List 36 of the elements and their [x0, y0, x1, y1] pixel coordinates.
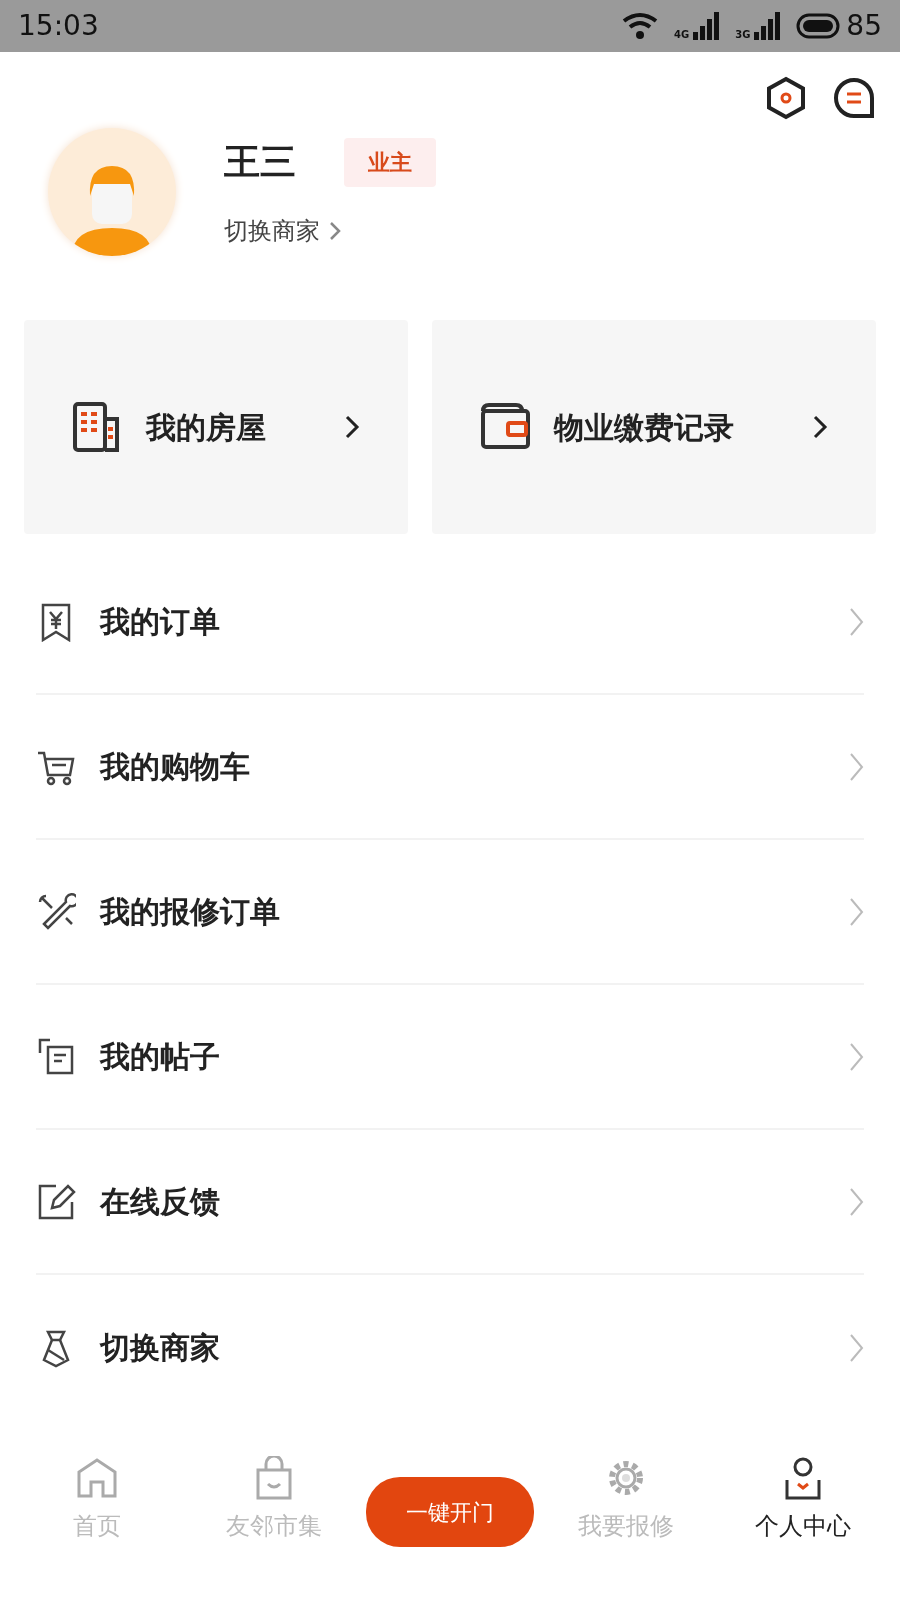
payment-record-card[interactable]: 物业缴费记录	[432, 320, 876, 534]
building-icon	[72, 401, 122, 453]
signal-icon	[693, 12, 720, 40]
status-time: 15:03	[18, 8, 99, 44]
document-icon	[36, 1036, 76, 1077]
message-icon[interactable]	[832, 76, 876, 120]
menu-item[interactable]: 在线反馈	[36, 1130, 864, 1275]
chevron-icon	[344, 414, 360, 440]
nav-tab[interactable]: 个人中心	[718, 1455, 889, 1545]
open-door-button[interactable]: 一键开门	[365, 1477, 534, 1547]
network-type: 4G	[674, 30, 690, 40]
tools-icon	[36, 891, 76, 932]
menu-label: 我的购物车	[100, 748, 250, 786]
user-name: 王三	[224, 140, 296, 184]
menu-item[interactable]: 切换商家	[36, 1275, 864, 1420]
menu-label: 我的帖子	[100, 1038, 220, 1076]
network-type: 3G	[735, 30, 751, 40]
menu-label: 切换商家	[100, 1329, 220, 1367]
card-label: 我的房屋	[146, 408, 266, 447]
menu-label: 我的订单	[100, 603, 220, 641]
card-label: 物业缴费记录	[554, 408, 734, 447]
menu-label: 我的报修订单	[100, 893, 280, 931]
menu-item[interactable]: 我的订单	[36, 550, 864, 695]
chevron-icon	[328, 220, 342, 242]
wifi-icon	[622, 11, 658, 41]
battery-level: 85	[846, 8, 882, 44]
signal-icon	[754, 12, 781, 40]
menu-item[interactable]: 我的购物车	[36, 695, 864, 840]
my-house-card[interactable]: 我的房屋	[24, 320, 408, 534]
settings-icon[interactable]	[764, 76, 808, 120]
role-badge: 业主	[344, 137, 436, 187]
chevron-icon	[812, 414, 828, 440]
menu-item[interactable]: 我的帖子	[36, 985, 864, 1130]
menu-label: 在线反馈	[100, 1183, 220, 1221]
switch-merchant-link[interactable]: 切换商家	[224, 213, 436, 249]
menu-item[interactable]: 我的报修订单	[36, 840, 864, 985]
